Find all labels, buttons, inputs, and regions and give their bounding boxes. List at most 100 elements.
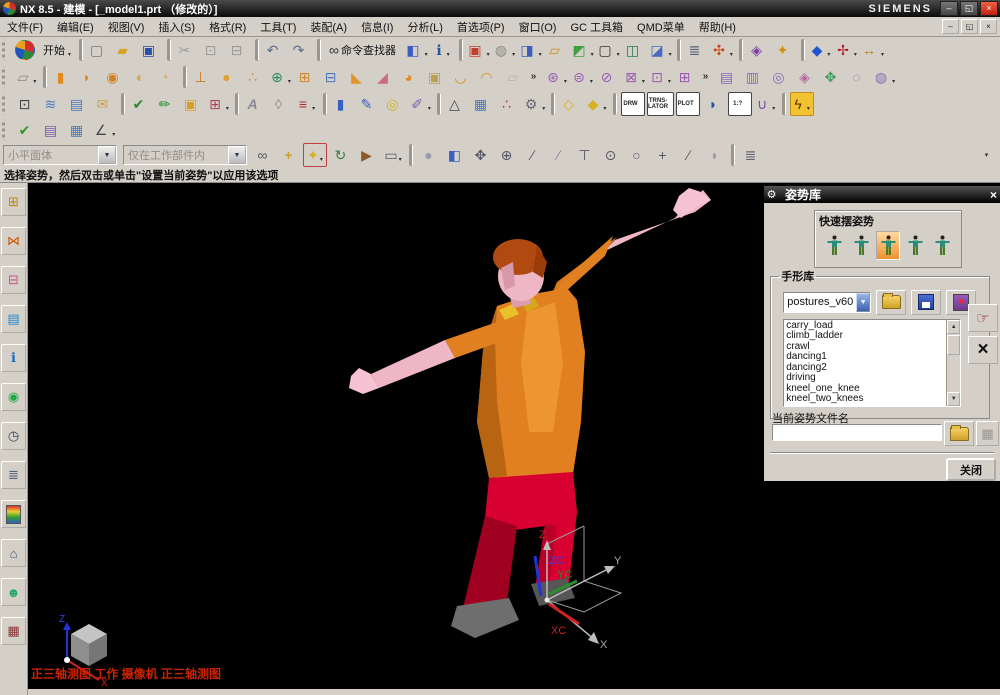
torus-button[interactable]: ◎ bbox=[383, 92, 407, 116]
draft-analysis-button[interactable]: △ bbox=[445, 92, 469, 116]
styled-surface-button[interactable]: ◌ bbox=[847, 65, 871, 89]
dialog-close-icon[interactable]: × bbox=[990, 188, 997, 202]
snap-point-button[interactable]: + bbox=[277, 143, 301, 167]
sketch-button[interactable]: ▱ ▾ bbox=[15, 65, 39, 89]
enable-snap-button[interactable]: ✦ ▾ bbox=[303, 143, 327, 167]
roles-icon[interactable]: ☻ bbox=[1, 578, 26, 606]
quick-pose-reach-button[interactable] bbox=[903, 231, 927, 260]
assembly-navigator-icon[interactable]: ⊞ bbox=[1, 188, 26, 216]
web-browser-icon[interactable]: ℹ bbox=[1, 344, 26, 372]
menu-item[interactable]: 帮助(H) bbox=[692, 17, 743, 37]
point-analysis-button[interactable]: ∴ bbox=[497, 92, 521, 116]
restore-button[interactable]: ◱ bbox=[960, 1, 978, 16]
endpoint-snap-button[interactable]: ∕ bbox=[521, 143, 545, 167]
examine-geometry-button[interactable]: ▮ bbox=[331, 92, 355, 116]
suppress-feature-button[interactable]: ⊘ bbox=[597, 65, 621, 89]
paint-object-button[interactable]: ✏ bbox=[155, 92, 179, 116]
system-clock-icon[interactable]: ◷ bbox=[1, 422, 26, 450]
window-button[interactable]: ▢ ▾ bbox=[597, 38, 621, 62]
close-button[interactable]: × bbox=[980, 1, 998, 16]
marquee-select-button[interactable]: ▭ ▾ bbox=[381, 143, 405, 167]
quick-pose-walk-button[interactable] bbox=[849, 231, 873, 260]
child-minimize-button[interactable]: – bbox=[942, 19, 959, 34]
menu-item[interactable]: 分析(L) bbox=[400, 17, 449, 37]
open-library-button[interactable] bbox=[876, 289, 907, 315]
selection-bar-more-button[interactable]: ▾ bbox=[980, 143, 994, 167]
curve-mesh-button[interactable]: ◎ bbox=[769, 65, 793, 89]
list-scrollbar[interactable]: ▲ ▼ bbox=[946, 319, 961, 406]
blend-button[interactable]: ◕ bbox=[399, 65, 423, 89]
display-mode-button[interactable]: ◍ ▾ bbox=[493, 38, 517, 62]
scroll-down-icon[interactable]: ▼ bbox=[947, 391, 961, 406]
child-restore-button[interactable]: ◱ bbox=[961, 19, 978, 34]
face-blend-button[interactable]: ◠ bbox=[477, 65, 501, 89]
zoom-region-button[interactable]: ⊡ bbox=[15, 92, 39, 116]
apply-posture-button[interactable]: ☞ bbox=[968, 304, 998, 332]
combo-dropdown-icon[interactable]: ▼ bbox=[228, 146, 246, 164]
section-view-button[interactable]: ◩ ▾ bbox=[571, 38, 595, 62]
rotate-snap-button[interactable]: ⊕ bbox=[495, 143, 519, 167]
face-snap-button[interactable]: ◗ bbox=[703, 143, 727, 167]
arc-center-snap-button[interactable]: ⊙ bbox=[599, 143, 623, 167]
mirror-feature-button[interactable]: ⊜ ▾ bbox=[571, 65, 595, 89]
show-hide-button[interactable]: ◆ ▾ bbox=[809, 38, 833, 62]
clipboard-list-button[interactable]: ≣ bbox=[739, 143, 763, 167]
draft-button[interactable]: ▱ bbox=[503, 65, 527, 89]
model-update-button[interactable]: ◆ ▾ bbox=[585, 92, 609, 116]
menu-item[interactable]: 窗口(O) bbox=[512, 17, 564, 37]
view-marker-button[interactable]: ▱ bbox=[545, 38, 569, 62]
menu-item[interactable]: 视图(V) bbox=[101, 17, 152, 37]
point-snap-button[interactable]: + bbox=[651, 143, 675, 167]
spreadsheet-button[interactable]: ▦ bbox=[67, 118, 91, 142]
point-set-button[interactable]: ∴ bbox=[243, 65, 267, 89]
menu-item[interactable]: 装配(A) bbox=[303, 17, 354, 37]
extrude-button[interactable]: ▮ bbox=[51, 65, 75, 89]
sheet-operations-button[interactable]: ≣ bbox=[685, 38, 709, 62]
model-compare-button[interactable]: ◇ bbox=[559, 92, 583, 116]
style-list-button[interactable]: ≡ ▾ bbox=[295, 92, 319, 116]
history-icon[interactable]: ◉ bbox=[1, 383, 26, 411]
selection-scope-combo[interactable]: 仅在工作部件内 ▼ bbox=[123, 145, 247, 165]
constraint-button[interactable]: ∪ ▾ bbox=[754, 92, 778, 116]
drawing-button[interactable]: DRW bbox=[621, 91, 645, 116]
fit-view-button[interactable]: ▣ ▾ bbox=[467, 38, 491, 62]
dialog-close-button[interactable]: 关闭 bbox=[946, 458, 996, 481]
view-tag-button[interactable]: ✉ bbox=[93, 92, 117, 116]
pocket-button[interactable]: ◔ bbox=[155, 65, 179, 89]
quick-pose-stand-button[interactable] bbox=[822, 231, 846, 260]
edit-section-button[interactable]: ◫ bbox=[623, 38, 647, 62]
view-manager-button[interactable]: ◧ ▾ bbox=[405, 38, 429, 62]
through-curves-button[interactable]: ▥ bbox=[743, 65, 767, 89]
selection-type-combo[interactable]: 小平面体 ▼ bbox=[3, 145, 117, 165]
ruled-surface-button[interactable]: ▤ bbox=[717, 65, 741, 89]
part-navigator-icon[interactable]: ⊟ bbox=[1, 266, 26, 294]
paste-button[interactable]: ⊟ bbox=[227, 38, 251, 62]
scale-button[interactable]: 1:? bbox=[728, 91, 753, 116]
menu-item[interactable]: 文件(F) bbox=[0, 17, 50, 37]
pointer-button[interactable]: ▶ bbox=[355, 143, 379, 167]
boolean-button[interactable]: ⊕ ▾ bbox=[269, 65, 293, 89]
command-finder-button[interactable]: ∞ 命令查找器 bbox=[325, 38, 403, 62]
grid-analysis-button[interactable]: ▦ bbox=[471, 92, 495, 116]
mechanism-button[interactable]: ⚙ ▾ bbox=[523, 92, 547, 116]
shaded-ball-button[interactable]: ● bbox=[417, 143, 441, 167]
xform-button[interactable]: ✥ bbox=[821, 65, 845, 89]
tangent-snap-button[interactable]: ∕ bbox=[677, 143, 701, 167]
edit-feature-button[interactable]: ⊠ ▾ bbox=[623, 65, 647, 89]
dialog-title-bar[interactable]: ⚙ 姿势库 × bbox=[764, 186, 1000, 203]
triad-xc-arrow[interactable] bbox=[548, 602, 580, 626]
quadrant-snap-button[interactable]: ○ bbox=[625, 143, 649, 167]
posture-file-input[interactable] bbox=[772, 424, 942, 441]
triad-origin[interactable] bbox=[544, 597, 550, 603]
sphere-button[interactable]: ● bbox=[217, 65, 241, 89]
object-display-button[interactable]: ▣ bbox=[181, 92, 205, 116]
more-features-chevron[interactable]: » bbox=[529, 65, 543, 89]
scroll-up-icon[interactable]: ▲ bbox=[947, 319, 961, 334]
iso-standard-button[interactable]: ◑ bbox=[702, 92, 726, 116]
swept-button[interactable]: ◈ bbox=[795, 65, 819, 89]
move-feature-button[interactable]: ⊡ ▾ bbox=[649, 65, 673, 89]
browse-posture-file-button[interactable] bbox=[944, 421, 974, 446]
revolve-button[interactable]: ◗ bbox=[77, 65, 101, 89]
move-component-button[interactable]: ✔ bbox=[129, 92, 153, 116]
datum-plane-button[interactable]: ⊥ bbox=[191, 65, 215, 89]
